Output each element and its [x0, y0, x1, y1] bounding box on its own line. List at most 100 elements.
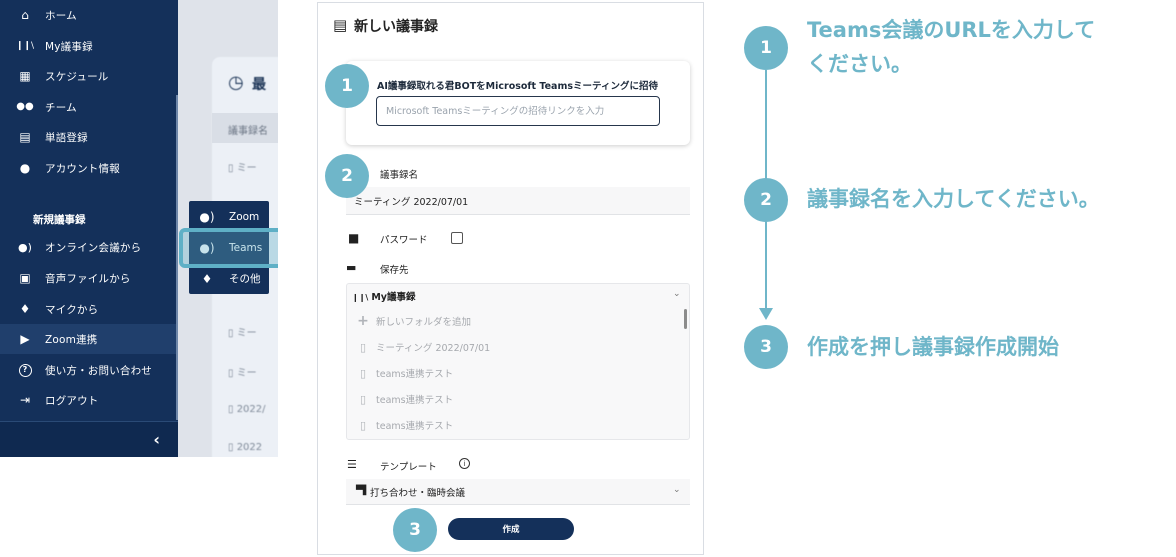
account-icon: ● [19, 161, 31, 175]
background-row: ▯ ミー [228, 368, 257, 379]
sidebar-item-label: スケジュール [45, 70, 109, 83]
calendar-icon: ▦ [19, 69, 31, 83]
background-row: ▯ ミー [228, 328, 257, 339]
sidebar-item-help[interactable]: ? 使い方・お問い合わせ [0, 355, 178, 385]
invite-label: AI議事録取れる君BOTをMicrosoft Teamsミーティングに招待 [377, 81, 658, 92]
sidebar-item-logout[interactable]: ⇥ ログアウト [0, 385, 178, 415]
sidebar-item-microphone[interactable]: ♦ マイクから [0, 294, 178, 324]
minutes-name-label: 議事録名 [380, 170, 419, 181]
sidebar-item-label: My議事録 [45, 40, 93, 53]
save-location-label: 保存先 [380, 265, 409, 276]
flyout-item-label: その他 [229, 273, 261, 285]
step-badge-3: 3 [393, 508, 437, 552]
sidebar-item-account[interactable]: ● アカウント情報 [0, 153, 178, 183]
step-number-1: 1 [744, 26, 788, 70]
background-title: 最 [252, 77, 266, 93]
sidebar-item-label: 音声ファイルから [45, 272, 131, 285]
zoom-icon: ▶ [20, 332, 30, 346]
flyout-item-label: Zoom [229, 210, 260, 223]
microphone-icon: ♦ [201, 271, 213, 286]
meeting-icon: ▀▌ [356, 486, 370, 496]
sidebar-scrollbar[interactable] [176, 95, 178, 420]
add-folder-item[interactable]: + 新しいフォルダを追加 [356, 313, 471, 329]
info-icon[interactable]: i [459, 458, 470, 469]
step-3-text: 作成を押し議事録作成開始 [807, 335, 1059, 359]
step-1-line-2: ください。 [807, 52, 912, 76]
sidebar-item-my-minutes[interactable]: ❙❙\ My議事録 [0, 31, 178, 61]
page-title: 新しい議事録 [354, 19, 438, 35]
folder-list-item[interactable]: ▯ ミーティング 2022/07/01 [356, 339, 490, 355]
help-icon: ? [17, 363, 33, 377]
template-selected-value: 打ち合わせ・臨時会議 [370, 488, 466, 499]
document-icon: ▯ [359, 418, 367, 432]
chevron-down-icon[interactable]: ⌄ [673, 289, 681, 299]
password-checkbox[interactable] [451, 232, 463, 244]
book-icon: ▤ [19, 130, 31, 144]
sidebar-item-word-registration[interactable]: ▤ 単語登録 [0, 122, 178, 152]
teams-link-input[interactable] [376, 96, 660, 126]
teams-highlight-box [179, 228, 278, 268]
sidebar-item-team[interactable]: ●● チーム [0, 92, 178, 122]
sidebar-item-label: ログアウト [45, 394, 99, 407]
team-icon: ●● [16, 101, 34, 112]
template-icon: ☰ [347, 458, 357, 471]
storage-icon: ▬ [346, 261, 357, 274]
sidebar-item-zoom[interactable]: ▶ Zoom連携 [0, 324, 178, 354]
step-1-text: Teams会議のURLを入力して ください。 [807, 13, 1095, 81]
person-voice-icon: ●) [199, 209, 215, 224]
folder-list-item[interactable]: ▯ teams連携テスト [356, 391, 453, 407]
online-meeting-icon: ●) [18, 240, 32, 254]
sidebar-item-schedule[interactable]: ▦ スケジュール [0, 61, 178, 91]
background-table-header: 議事録名 [212, 113, 278, 143]
step-2-text: 議事録名を入力してください。 [807, 187, 1100, 211]
template-label: テンプレート [380, 462, 437, 473]
folder-list-item[interactable]: ▯ teams連携テスト [356, 417, 453, 433]
section-label: 新規議事録 [33, 214, 86, 226]
background-header-label: 議事録名 [228, 126, 268, 137]
sidebar-item-label: マイクから [45, 303, 99, 316]
sidebar-item-home[interactable]: ⌂ ホーム [0, 0, 178, 30]
step-1-line-1: Teams会議のURLを入力して [807, 18, 1096, 42]
step-number-3: 3 [744, 325, 788, 369]
sidebar-item-audio-file[interactable]: ▣ 音声ファイルから [0, 263, 178, 293]
background-row: ▯ 2022/ [228, 404, 266, 415]
document-icon: ▯ [359, 340, 367, 354]
sidebar-item-label: オンライン会議から [45, 241, 142, 254]
sidebar-item-label: チーム [45, 101, 77, 114]
logout-icon: ⇥ [19, 393, 31, 407]
sidebar: ⌂ ホーム ❙❙\ My議事録 ▦ スケジュール ●● チーム ▤ 単語登録 ●… [0, 0, 178, 457]
step-badge-2: 2 [325, 154, 369, 198]
audio-file-icon: ▣ [19, 271, 31, 285]
library-icon: ❙❙\ [15, 40, 35, 51]
sidebar-item-label: 使い方・お問い合わせ [45, 364, 152, 377]
document-icon: ▤ [333, 16, 348, 34]
document-icon: ▯ [359, 366, 367, 380]
library-icon: ❙❙\ [352, 293, 369, 302]
background-row: ▯ ミー [228, 163, 257, 174]
chevron-left-icon[interactable]: ‹ [153, 430, 160, 449]
home-icon: ⌂ [21, 8, 29, 22]
password-label: パスワード [380, 235, 428, 246]
sidebar-item-label: Zoom連携 [45, 333, 98, 346]
timeline-arrow-icon [759, 308, 773, 320]
sidebar-item-online-meeting[interactable]: ●) オンライン会議から [0, 232, 178, 262]
step-badge-1: 1 [325, 64, 369, 108]
sidebar-footer: ‹ [0, 421, 178, 457]
sidebar-item-label: 単語登録 [45, 131, 88, 144]
folder-header[interactable]: ❙❙\ My議事録 [352, 289, 415, 303]
step-number-2: 2 [744, 178, 788, 222]
document-icon: ▯ [359, 392, 367, 406]
clock-icon: ◷ [228, 72, 244, 93]
folder-list-item[interactable]: ▯ teams連携テスト [356, 365, 453, 381]
folder-scrollbar[interactable] [684, 309, 687, 329]
sidebar-item-label: アカウント情報 [45, 162, 120, 175]
sidebar-item-label: ホーム [45, 9, 77, 22]
create-button[interactable]: 作成 [448, 518, 574, 540]
sidebar-screenshot: 議事録名 ◷ 最 ▯ ミー ▯ ミー ▯ ミー ▯ 2022/ ▯ 2022 ⌂… [0, 0, 278, 457]
lock-icon: ■ [348, 231, 360, 245]
microphone-icon: ♦ [19, 302, 31, 316]
new-minutes-form: ▤ 新しい議事録 AI議事録取れる君BOTをMicrosoft Teamsミーテ… [317, 2, 704, 555]
background-row: ▯ 2022 [228, 442, 263, 453]
chevron-down-icon[interactable]: ⌄ [673, 485, 681, 495]
minutes-name-input[interactable] [346, 187, 690, 215]
